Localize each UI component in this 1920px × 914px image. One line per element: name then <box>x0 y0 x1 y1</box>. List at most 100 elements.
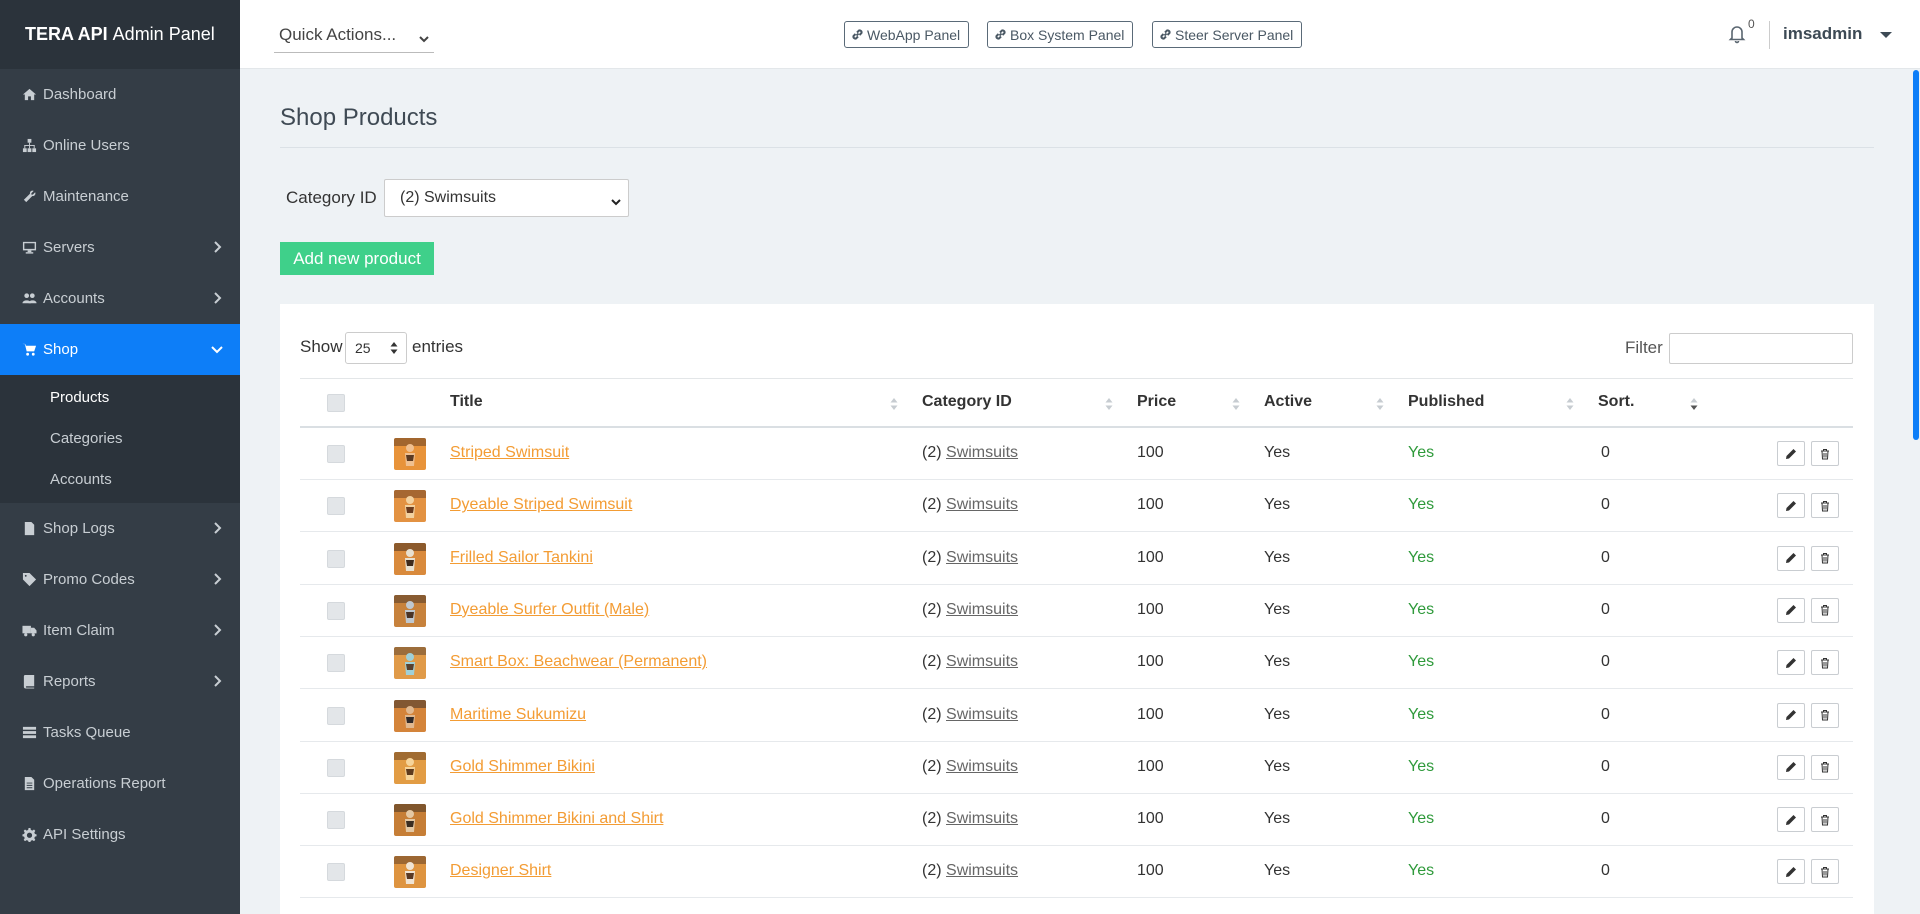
submenu-item-categories[interactable]: Categories <box>0 418 240 459</box>
price-cell: 100 <box>1137 862 1164 880</box>
chevron-right-icon <box>210 572 224 586</box>
column-header-active[interactable]: Active <box>1264 393 1312 411</box>
add-new-product-button[interactable]: Add new product <box>280 242 434 275</box>
sidebar-item-shop-logs[interactable]: Shop Logs <box>0 503 240 554</box>
product-title-link[interactable]: Striped Swimsuit <box>450 444 569 461</box>
active-cell: Yes <box>1264 548 1291 566</box>
category-link[interactable]: Swimsuits <box>946 601 1018 618</box>
category-link[interactable]: Swimsuits <box>946 653 1018 670</box>
webapp-panel-button[interactable]: WebApp Panel <box>844 21 970 48</box>
published-cell: Yes <box>1408 600 1435 618</box>
product-title-link[interactable]: Frilled Sailor Tankini <box>450 549 593 566</box>
product-title-link[interactable]: Dyeable Surfer Outfit (Male) <box>450 601 649 618</box>
sidebar-item-promo-codes[interactable]: Promo Codes <box>0 554 240 605</box>
edit-button[interactable] <box>1777 650 1805 676</box>
edit-button[interactable] <box>1777 807 1805 833</box>
column-header-price[interactable]: Price <box>1137 393 1176 411</box>
table-row: Dyeable Surfer Outfit (Male) (2) Swimsui… <box>300 585 1853 637</box>
sidebar-item-label: Item Claim <box>43 622 115 639</box>
filter-input[interactable] <box>1669 333 1853 364</box>
column-header-sort[interactable]: Sort. <box>1598 393 1634 411</box>
category-link[interactable]: Swimsuits <box>946 706 1018 723</box>
sort-cell: 0 <box>1601 705 1610 723</box>
category-link[interactable]: Swimsuits <box>946 549 1018 566</box>
box-system-panel-button[interactable]: Box System Panel <box>987 21 1134 48</box>
product-title-link[interactable]: Gold Shimmer Bikini and Shirt <box>450 810 663 827</box>
row-checkbox[interactable] <box>327 863 345 882</box>
delete-button[interactable] <box>1811 702 1839 728</box>
edit-button[interactable] <box>1777 545 1805 571</box>
table-header: Title Category ID Price Active Published… <box>300 378 1853 428</box>
published-cell: Yes <box>1408 653 1435 671</box>
caret-down-icon[interactable] <box>1880 32 1892 38</box>
sort-cell: 0 <box>1601 862 1610 880</box>
sidebar-item-accounts[interactable]: Accounts <box>0 273 240 324</box>
row-checkbox[interactable] <box>327 445 345 463</box>
category-link[interactable]: Swimsuits <box>946 758 1018 775</box>
active-cell: Yes <box>1264 757 1291 775</box>
table-row: Gold Shimmer Bikini and Shirt (2) Swimsu… <box>300 794 1853 847</box>
sidebar-item-maintenance[interactable]: Maintenance <box>0 171 240 222</box>
delete-button[interactable] <box>1811 650 1839 676</box>
product-title-link[interactable]: Designer Shirt <box>450 862 551 879</box>
row-checkbox[interactable] <box>327 549 345 568</box>
sidebar-item-api-settings[interactable]: API Settings <box>0 809 240 860</box>
edit-button[interactable] <box>1777 859 1805 885</box>
category-link[interactable]: Swimsuits <box>946 862 1018 879</box>
user-menu[interactable]: imsadmin <box>1783 24 1862 44</box>
delete-button[interactable] <box>1811 807 1839 833</box>
row-checkbox[interactable] <box>327 497 345 516</box>
row-checkbox[interactable] <box>327 601 345 620</box>
sidebar-item-tasks-queue[interactable]: Tasks Queue <box>0 707 240 758</box>
edit-button[interactable] <box>1777 754 1805 780</box>
active-cell: Yes <box>1264 810 1291 828</box>
row-checkbox[interactable] <box>327 811 345 830</box>
delete-button[interactable] <box>1811 493 1839 519</box>
sidebar-item-online-users[interactable]: Online Users <box>0 120 240 171</box>
product-title-link[interactable]: Smart Box: Beachwear (Permanent) <box>450 653 707 670</box>
edit-button[interactable] <box>1777 493 1805 519</box>
edit-button[interactable] <box>1777 441 1805 466</box>
row-checkbox[interactable] <box>327 758 345 777</box>
row-checkbox[interactable] <box>327 706 345 725</box>
brand[interactable]: TERA API Admin Panel <box>0 0 240 69</box>
category-link[interactable]: Swimsuits <box>946 444 1018 461</box>
trash-icon <box>1821 500 1829 512</box>
delete-button[interactable] <box>1811 441 1839 466</box>
column-header-category-id[interactable]: Category ID <box>922 393 1012 411</box>
sidebar-item-item-claim[interactable]: Item Claim <box>0 605 240 656</box>
sidebar-item-dashboard[interactable]: Dashboard <box>0 69 240 120</box>
submenu-item-products[interactable]: Products <box>0 377 240 418</box>
delete-button[interactable] <box>1811 597 1839 623</box>
delete-button[interactable] <box>1811 754 1839 780</box>
product-title-link[interactable]: Gold Shimmer Bikini <box>450 758 595 775</box>
price-cell: 100 <box>1137 444 1164 461</box>
sidebar-item-operations-report[interactable]: Operations Report <box>0 758 240 809</box>
column-header-published[interactable]: Published <box>1408 393 1484 411</box>
product-title-link[interactable]: Maritime Sukumizu <box>450 706 586 723</box>
delete-button[interactable] <box>1811 545 1839 571</box>
select-all-checkbox[interactable] <box>327 394 345 412</box>
row-checkbox[interactable] <box>327 654 345 673</box>
product-title-link[interactable]: Dyeable Striped Swimsuit <box>450 496 632 513</box>
category-link[interactable]: Swimsuits <box>946 496 1018 513</box>
sidebar-item-shop[interactable]: Shop <box>0 324 240 375</box>
bell-icon[interactable] <box>1728 24 1748 46</box>
sort-icon <box>1376 397 1384 411</box>
category-id-select[interactable]: (2) Swimsuits <box>384 179 629 217</box>
category-link[interactable]: Swimsuits <box>946 810 1018 827</box>
submenu-item-accounts[interactable]: Accounts <box>0 459 240 500</box>
edit-button[interactable] <box>1777 702 1805 728</box>
column-header-title[interactable]: Title <box>450 393 483 411</box>
edit-button[interactable] <box>1777 597 1805 623</box>
delete-button[interactable] <box>1811 859 1839 885</box>
sidebar-item-servers[interactable]: Servers <box>0 222 240 273</box>
link-icon <box>851 28 864 41</box>
scrollbar-thumb[interactable] <box>1913 70 1919 440</box>
category-number: (2) <box>922 862 942 880</box>
steer-server-panel-button[interactable]: Steer Server Panel <box>1152 21 1303 48</box>
sidebar-item-reports[interactable]: Reports <box>0 656 240 707</box>
page-size-select[interactable]: 25 <box>345 332 407 364</box>
quick-actions-select[interactable]: Quick Actions... <box>274 17 434 53</box>
chevron-right-icon <box>210 674 224 688</box>
